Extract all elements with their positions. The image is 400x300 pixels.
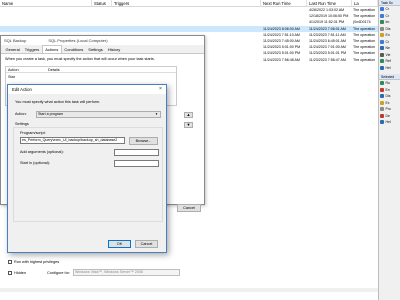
highest-privileges-label: Run with highest privileges <box>14 260 60 264</box>
action-item-label: Ru <box>385 81 390 86</box>
action-item-label: De <box>385 113 390 118</box>
tab-general[interactable]: General <box>3 46 23 53</box>
tab-history[interactable]: History <box>105 46 123 53</box>
action-item-label: Ex <box>385 100 390 105</box>
action-item-label: Cr <box>385 13 390 18</box>
horizontal-scrollbar[interactable] <box>0 288 378 292</box>
tab-settings[interactable]: Settings <box>85 46 106 53</box>
action-item-label: En <box>385 33 390 38</box>
properties-title-left: SQL Backup <box>4 38 27 43</box>
close-icon[interactable]: × <box>156 85 165 94</box>
action-icon <box>380 94 384 99</box>
actions-header-details[interactable]: Details <box>48 68 60 72</box>
up-arrow-icon: ▲ <box>186 112 191 117</box>
action-item-label: Im <box>385 20 390 25</box>
action-item-label: Cr <box>385 7 390 12</box>
properties-title-bar: SQL Backup SQL Properties (Local Compute… <box>1 36 204 45</box>
action-item[interactable]: Hel <box>379 65 400 72</box>
highest-privileges-row[interactable]: Run with highest privileges <box>8 260 59 264</box>
table-cell: The operation <box>353 57 376 62</box>
program-script-input[interactable]: es_Perform_Query\exec_UI_backup\backup_s… <box>20 137 125 144</box>
tab-actions[interactable]: Actions <box>41 45 62 53</box>
action-item-label: Cr <box>385 39 390 44</box>
chevron-down-icon: ▼ <box>155 111 158 116</box>
browse-button[interactable]: Browse... <box>129 137 158 145</box>
column-header-triggers[interactable]: Triggers <box>112 0 261 7</box>
action-icon <box>380 13 384 18</box>
action-icon <box>380 120 384 125</box>
move-down-button[interactable]: ▼ <box>184 122 193 128</box>
action-select-value: Start a program <box>38 111 63 116</box>
cancel-button[interactable]: Cancel <box>135 240 158 248</box>
action-item-label: En <box>385 87 390 92</box>
action-icon <box>380 59 384 64</box>
action-icon <box>380 20 384 25</box>
edit-action-dialog: Edit Action × You must specify what acti… <box>7 84 167 253</box>
hidden-label: Hidden <box>14 271 27 275</box>
hidden-checkbox[interactable] <box>8 271 12 275</box>
action-icon <box>380 33 384 38</box>
arguments-label: Add arguments (optional): <box>20 150 64 154</box>
actions-row[interactable]: Star <box>8 75 15 79</box>
action-icon <box>380 113 384 118</box>
arguments-input[interactable] <box>114 149 159 156</box>
program-script-label: Program/script: <box>20 131 46 135</box>
column-header-last-run[interactable]: Last Run Time <box>307 0 352 7</box>
tab-triggers[interactable]: Triggers <box>22 46 42 53</box>
settings-label: Settings <box>15 122 29 126</box>
configure-for-label: Configure for: <box>47 271 71 275</box>
table-cell: 11/24/2023 7:56:48 AM <box>263 57 300 62</box>
action-icon <box>380 81 384 86</box>
action-select[interactable]: Start a program ▼ <box>36 110 161 118</box>
actions-pane: Task Sc Cr Cr Im Dis En Cr Ne Vie Ref Hel Selecte… <box>378 0 400 300</box>
move-up-button[interactable]: ▲ <box>184 112 193 118</box>
table-cell: 11/23/2023 7:56:47 AM <box>309 57 346 62</box>
highest-privileges-checkbox[interactable] <box>8 260 12 264</box>
properties-cancel-button[interactable]: Cancel <box>177 204 201 212</box>
tab-conditions[interactable]: Conditions <box>61 46 86 53</box>
properties-title: SQL Properties (Local Computer) <box>48 38 108 43</box>
down-arrow-icon: ▼ <box>186 122 191 127</box>
edit-action-title-bar: Edit Action × <box>8 85 166 94</box>
configure-for-select[interactable]: Windows Vista™, Windows Server™ 2008 <box>73 269 180 276</box>
action-item-label: Hel <box>385 65 391 70</box>
action-label: Action: <box>15 112 27 116</box>
edit-action-instruction: You must specify what action this task w… <box>15 100 101 104</box>
action-item[interactable]: Hel <box>379 119 400 126</box>
properties-tabs: General Triggers Actions Conditions Sett… <box>1 45 204 54</box>
actions-description: When you create a task, you must specify… <box>5 57 155 61</box>
action-item-label: Dis <box>385 94 391 99</box>
action-item-label: Ne <box>385 46 390 51</box>
action-icon <box>380 65 384 70</box>
action-icon <box>380 26 384 31</box>
action-item-label: Dis <box>385 26 391 31</box>
action-icon <box>380 87 384 92</box>
ok-button[interactable]: OK <box>108 240 131 248</box>
edit-action-title: Edit Action <box>12 87 32 92</box>
action-icon <box>380 52 384 57</box>
action-item-label: Pro <box>385 107 391 112</box>
action-icon <box>380 100 384 105</box>
action-item-label: Vie <box>385 52 391 57</box>
action-icon <box>380 39 384 44</box>
hidden-row[interactable]: Hidden <box>8 271 26 275</box>
actions-header-action[interactable]: Action <box>8 68 19 72</box>
column-header-name[interactable]: Name <box>0 0 92 7</box>
column-header-last-result[interactable]: La <box>352 0 378 7</box>
column-header-next-run[interactable]: Next Run Time <box>261 0 307 7</box>
action-item-label: Hel <box>385 120 391 125</box>
start-in-input[interactable] <box>114 160 159 167</box>
action-icon <box>380 107 384 112</box>
action-icon <box>380 7 384 12</box>
start-in-label: Start in (optional): <box>20 161 50 165</box>
action-item-label: Ref <box>385 59 391 64</box>
column-header-status[interactable]: Status <box>92 0 112 7</box>
action-icon <box>380 46 384 51</box>
